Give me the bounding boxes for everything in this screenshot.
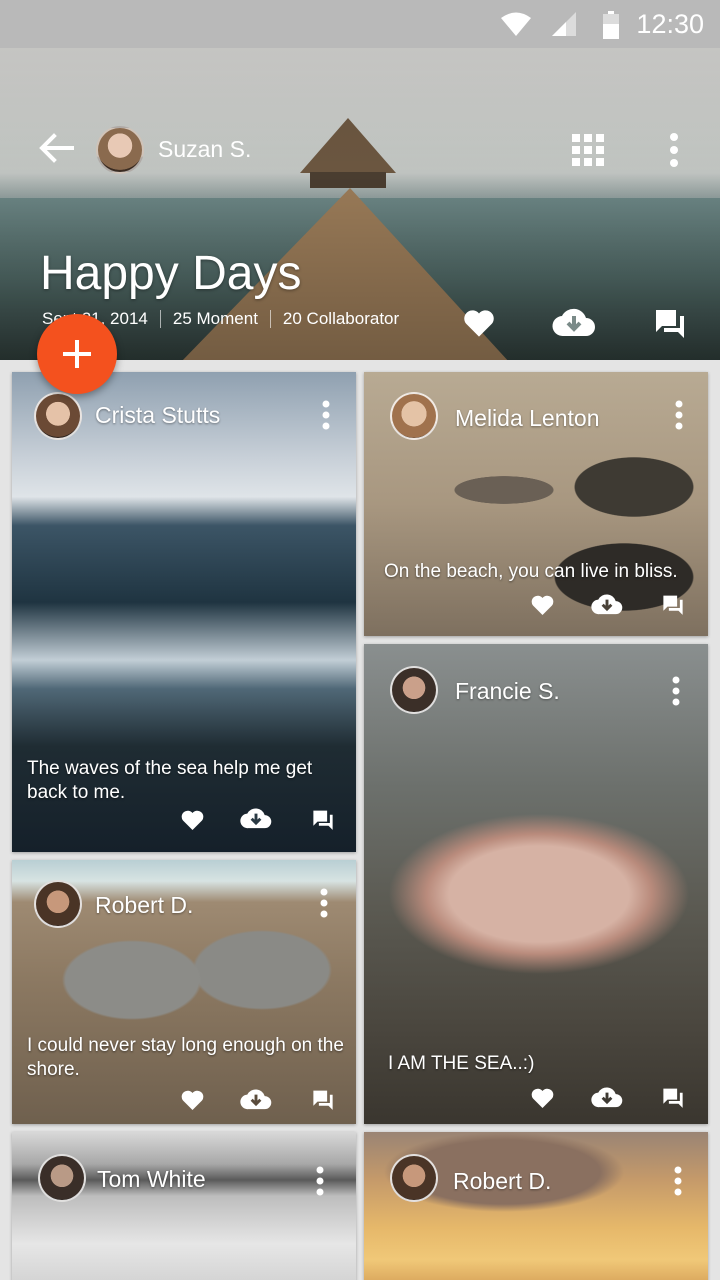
avatar[interactable] bbox=[38, 1154, 86, 1202]
card-author-name[interactable]: Robert D. bbox=[95, 892, 193, 919]
owner-avatar[interactable] bbox=[96, 126, 144, 174]
card-author-name[interactable]: Tom White bbox=[97, 1166, 206, 1193]
cloud-download-icon[interactable] bbox=[591, 1085, 623, 1109]
more-vert-icon[interactable] bbox=[314, 1166, 326, 1196]
avatar[interactable] bbox=[390, 1154, 438, 1202]
status-time: 12:30 bbox=[636, 9, 704, 39]
moment-card[interactable]: Crista Stutts The waves of the sea help … bbox=[12, 372, 356, 852]
more-vert-icon[interactable] bbox=[673, 400, 685, 430]
comment-icon[interactable] bbox=[312, 1089, 334, 1110]
heart-icon[interactable] bbox=[530, 594, 555, 616]
avatar[interactable] bbox=[390, 392, 438, 440]
moment-card[interactable]: Robert D. I could never stay long enough… bbox=[12, 860, 356, 1124]
album-header: Suzan S. Happy Days Sept 21, 2014 25 Mom… bbox=[0, 48, 720, 360]
card-author-name[interactable]: Francie S. bbox=[455, 678, 560, 705]
card-caption: The waves of the sea help me get back to… bbox=[27, 758, 313, 803]
owner-name[interactable]: Suzan S. bbox=[158, 136, 251, 163]
moment-card[interactable]: Francie S. I AM THE SEA..:) bbox=[364, 644, 708, 1124]
card-caption: On the beach, you can live in bliss. bbox=[384, 561, 678, 582]
moment-card[interactable]: Tom White bbox=[12, 1132, 356, 1280]
album-collaborators: 20 Collaborator bbox=[282, 309, 400, 328]
add-icon bbox=[63, 340, 91, 368]
meta-divider bbox=[269, 310, 271, 328]
cloud-download-icon[interactable] bbox=[240, 806, 272, 830]
moment-card[interactable]: Robert D. bbox=[364, 1132, 708, 1280]
more-vert-icon[interactable] bbox=[672, 1166, 684, 1196]
signal-icon bbox=[552, 12, 576, 36]
album-moments: 25 Moment bbox=[172, 309, 258, 328]
heart-icon[interactable] bbox=[180, 1089, 205, 1111]
heart-icon[interactable] bbox=[462, 308, 496, 338]
more-vert-icon[interactable] bbox=[670, 676, 682, 706]
heart-icon[interactable] bbox=[530, 1087, 555, 1109]
moment-card[interactable]: Melida Lenton On the beach, you can live… bbox=[364, 372, 708, 636]
album-title: Happy Days bbox=[40, 247, 302, 300]
meta-divider bbox=[159, 310, 161, 328]
comment-icon[interactable] bbox=[654, 308, 686, 338]
comment-icon[interactable] bbox=[662, 594, 684, 615]
more-vert-icon[interactable] bbox=[320, 400, 332, 430]
cloud-download-icon[interactable] bbox=[591, 592, 623, 616]
grid-icon[interactable] bbox=[572, 134, 604, 166]
cloud-download-icon[interactable] bbox=[240, 1087, 272, 1111]
card-author-name[interactable]: Crista Stutts bbox=[95, 402, 220, 429]
cloud-download-icon[interactable] bbox=[552, 306, 596, 338]
back-arrow-icon[interactable] bbox=[36, 128, 76, 168]
battery-icon bbox=[603, 11, 619, 39]
card-caption: I could never stay long enough on the sh… bbox=[27, 1035, 344, 1080]
avatar[interactable] bbox=[34, 392, 82, 440]
comment-icon[interactable] bbox=[662, 1087, 684, 1108]
avatar[interactable] bbox=[390, 666, 438, 714]
status-bar: 12:30 bbox=[0, 0, 720, 48]
heart-icon[interactable] bbox=[180, 809, 205, 831]
comment-icon[interactable] bbox=[312, 809, 334, 830]
add-moment-button[interactable] bbox=[37, 314, 117, 394]
avatar[interactable] bbox=[34, 880, 82, 928]
card-author-name[interactable]: Melida Lenton bbox=[455, 405, 600, 432]
card-caption: I AM THE SEA..:) bbox=[388, 1053, 535, 1074]
card-author-name[interactable]: Robert D. bbox=[453, 1168, 551, 1195]
more-vert-icon[interactable] bbox=[318, 888, 330, 918]
more-vert-icon[interactable] bbox=[664, 132, 684, 168]
wifi-icon bbox=[501, 12, 531, 36]
